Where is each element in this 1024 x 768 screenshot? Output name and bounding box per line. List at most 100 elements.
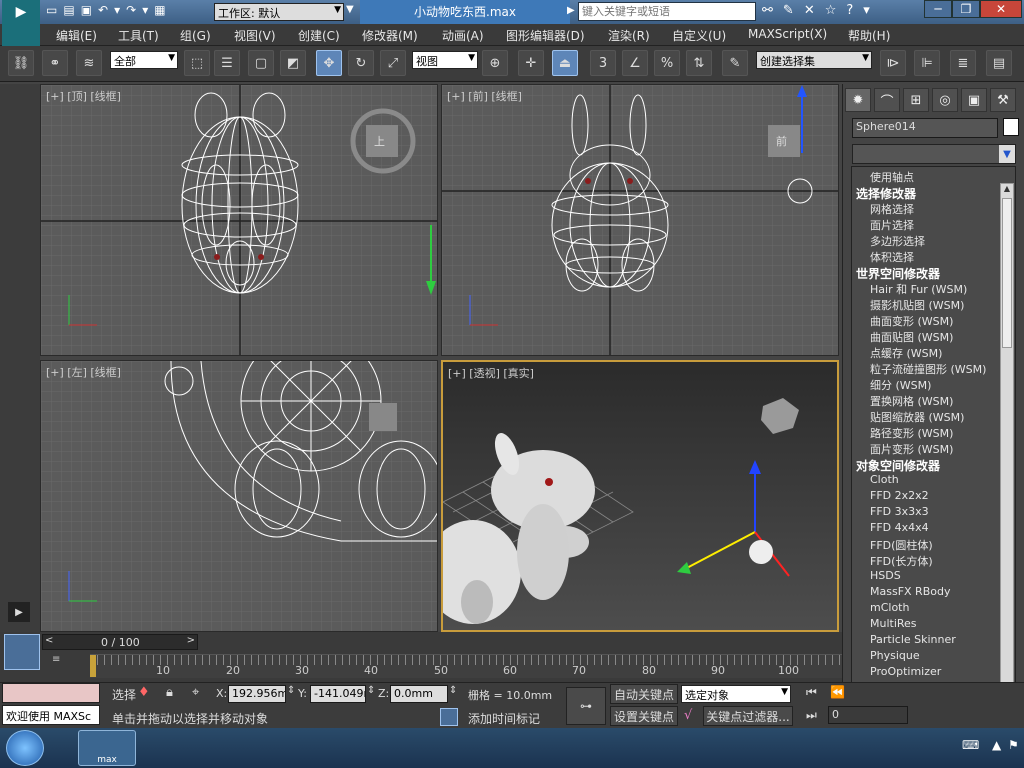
select-and-scale-icon[interactable]: ⤢ <box>380 50 406 76</box>
app-menu-button[interactable] <box>2 24 40 46</box>
viewport-front[interactable]: 前 [+] [前] [线框] <box>441 84 839 356</box>
link-icon[interactable]: ⛓ <box>8 50 34 76</box>
time-slider[interactable]: < 0 / 100 > <box>42 634 198 650</box>
manipulate-icon[interactable]: ✛ <box>518 50 544 76</box>
menu-animation[interactable]: 动画(A) <box>442 27 484 44</box>
x-coordinate-field[interactable]: 192.956mm <box>228 685 286 703</box>
motion-tab-icon[interactable]: ◎ <box>932 88 958 112</box>
modifier-list-item[interactable]: FFD 3x3x3 <box>870 505 929 518</box>
modifier-list-item[interactable]: Particle Skinner <box>870 633 956 646</box>
modifier-list-item[interactable]: MassFX RBody <box>870 585 950 598</box>
menu-graph-editors[interactable]: 图形编辑器(D) <box>506 27 585 44</box>
modifier-list-item[interactable]: MultiRes <box>870 617 917 630</box>
current-frame-field[interactable]: 0 <box>828 706 908 724</box>
add-time-tag[interactable]: 添加时间标记 <box>468 710 540 727</box>
project-folder-icon[interactable]: ▦ <box>154 3 165 21</box>
tray-expand-icon[interactable]: ▲ <box>992 738 1001 752</box>
pivot-center-icon[interactable]: ⊕ <box>482 50 508 76</box>
minimize-button[interactable]: ─ <box>924 0 952 18</box>
menu-group[interactable]: 组(G) <box>180 27 211 44</box>
time-tag-icon[interactable] <box>440 708 458 726</box>
z-spinner-icon[interactable]: ⇕ <box>449 685 457 696</box>
modifier-list-item[interactable]: mCloth <box>870 601 909 614</box>
utilities-tab-icon[interactable]: ⚒ <box>990 88 1016 112</box>
maxscript-welcome[interactable]: 欢迎使用 MAXSc <box>2 705 100 725</box>
rect-selection-region-icon[interactable]: ▢ <box>248 50 274 76</box>
isolate-selection-icon[interactable]: ♦ <box>138 685 150 700</box>
taskbar-3dsmax-button[interactable]: max <box>78 730 136 766</box>
auto-key-button[interactable]: 自动关键点 <box>610 684 678 704</box>
modifier-list-item[interactable]: 网格选择 <box>870 201 914 217</box>
mirror-icon[interactable]: ⧐ <box>880 50 906 76</box>
named-selection-select[interactable]: 创建选择集 ▼ <box>756 51 872 69</box>
workspace-extra-icon[interactable]: ▼ <box>346 4 354 15</box>
modifier-list-item[interactable]: 多边形选择 <box>870 233 925 249</box>
set-key-button[interactable]: 设置关键点 <box>610 706 678 726</box>
current-frame-marker[interactable] <box>90 655 96 677</box>
tray-flag-icon[interactable]: ⚑ <box>1008 738 1019 752</box>
modifier-list-item[interactable]: 体积选择 <box>870 249 914 265</box>
time-slider-prev-icon[interactable]: < <box>45 635 53 646</box>
modifier-list-item[interactable]: 置换网格 (WSM) <box>870 393 953 409</box>
favorite-star-icon[interactable]: ☆ <box>825 3 837 18</box>
open-file-icon[interactable]: ▤ <box>63 3 74 21</box>
y-spinner-icon[interactable]: ⇕ <box>367 685 375 696</box>
keyboard-tray-icon[interactable]: ⌨ <box>962 738 979 752</box>
undo-dropdown-icon[interactable]: ▾ <box>114 3 120 21</box>
modifier-list-item[interactable]: ProOptimizer <box>870 665 941 678</box>
modifier-list-item[interactable]: Hair 和 Fur (WSM) <box>870 281 967 297</box>
search-input[interactable] <box>578 2 756 21</box>
percent-snap-icon[interactable]: % <box>654 50 680 76</box>
viewport-layout-icon[interactable] <box>4 634 40 670</box>
modifier-list-item[interactable]: 面片选择 <box>870 217 914 233</box>
app-logo-icon[interactable]: ▶ <box>2 0 40 24</box>
modifier-list-item[interactable]: FFD(圆柱体) <box>870 537 933 553</box>
exchange-icon[interactable]: ✕ <box>804 3 815 18</box>
viewport-top-label[interactable]: [+] [顶] [线框] <box>46 88 121 104</box>
menu-modifiers[interactable]: 修改器(M) <box>362 27 418 44</box>
redo-icon[interactable]: ↷ <box>126 3 136 21</box>
modifier-list-item[interactable]: 面片变形 (WSM) <box>870 441 953 457</box>
modifier-list-item[interactable]: 细分 (WSM) <box>870 377 931 393</box>
bind-space-warp-icon[interactable]: ≋ <box>76 50 102 76</box>
modifier-list-item[interactable]: FFD 2x2x2 <box>870 489 929 502</box>
modify-tab-icon[interactable]: ⌒ <box>874 88 900 112</box>
modifier-list-item[interactable]: FFD 4x4x4 <box>870 521 929 534</box>
viewport-top[interactable]: 上 [+] [顶] [线框] <box>40 84 438 356</box>
z-coordinate-field[interactable]: 0.0mm <box>390 685 448 703</box>
modifier-list-item[interactable]: FFD(长方体) <box>870 553 933 569</box>
select-object-icon[interactable]: ⬚ <box>184 50 210 76</box>
scroll-up-icon[interactable]: ▲ <box>1001 184 1013 196</box>
menu-maxscript[interactable]: MAXScript(X) <box>748 27 827 41</box>
edit-named-selection-icon[interactable]: ✎ <box>722 50 748 76</box>
help-icon[interactable]: ? <box>846 3 853 18</box>
modifier-list-item[interactable]: HSDS <box>870 569 901 582</box>
set-key-icon[interactable]: ⊶ <box>566 687 606 725</box>
hierarchy-tab-icon[interactable]: ⊞ <box>903 88 929 112</box>
select-and-move-icon[interactable]: ✥ <box>316 50 342 76</box>
key-mode-toggle-icon[interactable]: ⏭ <box>806 708 817 723</box>
binoculars-icon[interactable]: ⚯ <box>762 3 773 18</box>
align-icon[interactable]: ⊫ <box>914 50 940 76</box>
modifier-list-item[interactable]: 贴图缩放器 (WSM) <box>870 409 964 425</box>
display-tab-icon[interactable]: ▣ <box>961 88 987 112</box>
key-mode-select[interactable]: 选定对象 ▼ <box>681 685 791 703</box>
viewport-front-label[interactable]: [+] [前] [线框] <box>447 88 522 104</box>
menu-rendering[interactable]: 渲染(R) <box>608 27 650 44</box>
maxscript-mini-listener[interactable] <box>2 683 100 703</box>
save-icon[interactable]: ▣ <box>81 3 92 21</box>
modifier-list-item[interactable]: 使用轴点 <box>870 169 914 185</box>
modifier-list-item[interactable]: 曲面贴图 (WSM) <box>870 329 953 345</box>
ribbon-icon[interactable]: ▤ <box>986 50 1012 76</box>
y-coordinate-field[interactable]: -141.049m <box>310 685 366 703</box>
close-button[interactable]: ✕ <box>980 0 1022 18</box>
modifier-list-item[interactable]: 曲面变形 (WSM) <box>870 313 953 329</box>
viewport-perspective-label[interactable]: [+] [透视] [真实] <box>448 365 534 381</box>
layer-manager-icon[interactable]: ≣ <box>950 50 976 76</box>
modifier-list-item[interactable]: 点缓存 (WSM) <box>870 345 942 361</box>
object-name-field[interactable]: Sphere014 <box>852 118 998 138</box>
menu-help[interactable]: 帮助(H) <box>848 27 890 44</box>
select-and-rotate-icon[interactable]: ↻ <box>348 50 374 76</box>
maximize-button[interactable]: ❐ <box>952 0 980 18</box>
time-slider-next-icon[interactable]: > <box>187 635 195 646</box>
